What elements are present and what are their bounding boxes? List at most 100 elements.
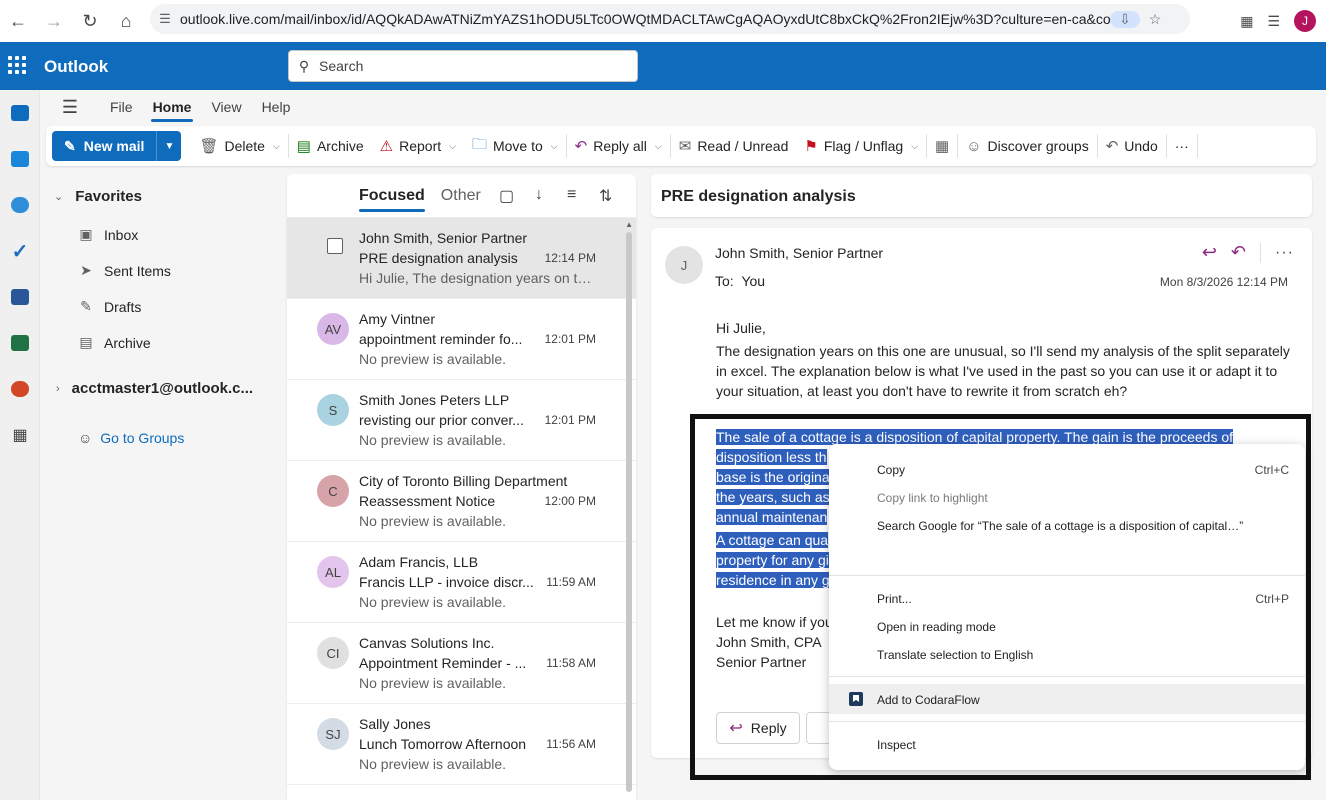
filter-icon[interactable]: ≡ — [567, 186, 576, 204]
tab-help[interactable]: Help — [252, 90, 301, 124]
discover-groups-button[interactable]: ☺ Discover groups — [958, 131, 1096, 161]
mail-app-icon[interactable] — [0, 90, 40, 136]
read-unread-button[interactable]: ✉ Read / Unread — [671, 131, 797, 161]
site-info-icon[interactable]: ☰ — [150, 11, 180, 27]
forward-arrow-icon[interactable]: → — [36, 3, 72, 39]
home-icon[interactable]: ⌂ — [108, 3, 144, 39]
message-row[interactable]: S Smith Jones Peters LLP revisting our pri… — [287, 380, 636, 461]
preview-text: Hi Julie, The designation years on thi..… — [359, 270, 599, 286]
app-title[interactable]: Outlook — [44, 57, 108, 77]
favorites-header[interactable]: ⌄ Favorites — [54, 188, 142, 205]
folder-inbox[interactable]: ▣ Inbox — [78, 226, 138, 243]
message-row[interactable]: C City of Toronto Billing Department Reass… — [287, 461, 636, 542]
more-actions-icon[interactable]: ··· — [1275, 244, 1294, 262]
go-to-groups-link[interactable]: ☺ Go to Groups — [78, 430, 184, 446]
undo-button[interactable]: ↶ Undo — [1098, 131, 1166, 161]
extensions-icon[interactable]: ▦ — [1240, 13, 1253, 30]
menu-item-search-google[interactable]: Search Google for “The sale of a cottage… — [877, 519, 1243, 533]
excel-app-icon[interactable] — [0, 320, 40, 366]
report-button[interactable]: ⚠ Report ⌵ — [372, 131, 464, 161]
codaraflow-icon — [849, 692, 863, 706]
powerpoint-app-icon[interactable] — [0, 366, 40, 412]
folder-sent-items[interactable]: ➤ Sent Items — [78, 262, 171, 279]
reply-all-icon[interactable]: ↶ — [1231, 242, 1246, 263]
media-control-icon[interactable]: ☰ — [1267, 13, 1280, 30]
more-options-button[interactable]: ··· — [1167, 131, 1197, 161]
menu-item-translate[interactable]: Translate selection to English — [877, 648, 1033, 662]
tab-other[interactable]: Other — [441, 174, 481, 218]
bookmark-star-icon[interactable]: ☆ — [1140, 11, 1170, 28]
chevron-down-icon[interactable]: ⌵ — [655, 141, 662, 152]
chevron-down-icon[interactable]: ⌵ — [449, 141, 456, 152]
received-time: 11:58 AM — [546, 656, 596, 670]
sender-avatar[interactable]: S — [317, 394, 349, 426]
sender-name: John Smith, Senior Partner — [359, 230, 528, 246]
browser-toolbar: ← → ↻ ⌂ ☰ outlook.live.com/mail/inbox/id… — [0, 0, 1326, 42]
message-row[interactable]: John Smith, Senior Partner PRE designatio… — [287, 218, 636, 299]
immersive-reader-button[interactable]: ▦ — [927, 131, 957, 161]
search-box[interactable]: ⚲ — [288, 50, 638, 82]
sender-avatar[interactable]: CI — [317, 637, 349, 669]
send-icon: ➤ — [80, 262, 92, 278]
paragraph: The designation years on this one are un… — [716, 343, 1290, 399]
preview-text: No preview is available. — [359, 675, 507, 691]
chevron-down-icon[interactable]: ⌵ — [273, 141, 280, 152]
sender-avatar[interactable]: SJ — [317, 718, 349, 750]
sender-avatar[interactable]: AL — [317, 556, 349, 588]
menu-item-reading-mode[interactable]: Open in reading mode — [877, 620, 996, 634]
archive-button[interactable]: ▤ Archive — [289, 131, 372, 161]
address-bar[interactable]: ☰ outlook.live.com/mail/inbox/id/AQQkADA… — [150, 4, 1190, 34]
install-app-icon[interactable]: ⇩ — [1110, 10, 1140, 28]
recipient-name[interactable]: You — [741, 273, 765, 289]
more-apps-icon[interactable]: ▦ — [0, 412, 40, 458]
people-app-icon[interactable] — [0, 182, 40, 228]
message-row[interactable]: AL Adam Francis, LLB Francis LLP - invoice… — [287, 542, 636, 623]
select-checkbox[interactable] — [327, 238, 343, 254]
url-text[interactable]: outlook.live.com/mail/inbox/id/AQQkADAwA… — [180, 11, 1110, 27]
menu-item-copy[interactable]: Copy — [877, 463, 905, 477]
app-rail: ✓ ▦ — [0, 90, 40, 800]
back-arrow-icon[interactable]: ← — [0, 3, 36, 39]
scrollbar[interactable] — [626, 232, 632, 792]
reply-all-button[interactable]: ↶ Reply all ⌵ — [567, 131, 670, 161]
todo-app-icon[interactable]: ✓ — [0, 228, 40, 274]
pencil-icon: ✎ — [80, 298, 92, 314]
scroll-up-icon[interactable]: ▲ — [625, 220, 633, 229]
folder-drafts[interactable]: ✎ Drafts — [78, 298, 141, 315]
tab-focused[interactable]: Focused — [359, 174, 425, 218]
tab-file[interactable]: File — [100, 90, 143, 124]
app-launcher-icon[interactable] — [6, 54, 28, 76]
account-header[interactable]: › acctmaster1@outlook.c... — [56, 380, 253, 397]
chevron-down-icon[interactable]: ⌵ — [551, 141, 558, 152]
menu-item-inspect[interactable]: Inspect — [877, 738, 916, 752]
select-mode-icon[interactable]: ▢ — [499, 186, 514, 206]
hamburger-icon[interactable]: ☰ — [40, 97, 100, 118]
new-mail-dropdown-icon[interactable]: ▼ — [157, 141, 181, 152]
message-row[interactable]: AV Amy Vintner appointment reminder fo... 1… — [287, 299, 636, 380]
move-to-button[interactable]: 🗀 Move to ⌵ — [464, 131, 566, 161]
profile-avatar[interactable]: J — [1294, 10, 1316, 32]
chevron-down-icon[interactable]: ⌵ — [911, 141, 918, 152]
message-row[interactable]: SJ Sally Jones Lunch Tomorrow Afternoon 11:… — [287, 704, 636, 785]
calendar-app-icon[interactable] — [0, 136, 40, 182]
sender-avatar[interactable]: C — [317, 475, 349, 507]
menu-item-add-to-codaraflow[interactable]: Add to CodaraFlow — [877, 693, 980, 707]
tab-view[interactable]: View — [201, 90, 251, 124]
tab-home[interactable]: Home — [143, 90, 202, 124]
sort-icon[interactable]: ⇅ — [599, 186, 612, 206]
delete-button[interactable]: 🗑 Delete ⌵ — [191, 131, 287, 161]
jump-down-icon[interactable]: ↓ — [535, 186, 543, 204]
new-mail-button[interactable]: ✎ New mail ▼ — [52, 131, 182, 161]
reply-icon[interactable]: ↩ — [1202, 242, 1217, 263]
flag-button[interactable]: ⚑ Flag / Unflag ⌵ — [796, 131, 926, 161]
subject-line: PRE designation analysis — [359, 250, 518, 266]
menu-item-print[interactable]: Print... — [877, 592, 912, 606]
sender-avatar[interactable]: AV — [317, 313, 349, 345]
folder-archive[interactable]: ▤ Archive — [78, 334, 150, 351]
word-app-icon[interactable] — [0, 274, 40, 320]
reload-icon[interactable]: ↻ — [72, 3, 108, 39]
sender-avatar[interactable]: J — [665, 246, 703, 284]
search-input[interactable] — [319, 58, 619, 74]
message-row[interactable]: CI Canvas Solutions Inc. Appointment Remin… — [287, 623, 636, 704]
sender-name[interactable]: John Smith, Senior Partner — [715, 245, 883, 261]
